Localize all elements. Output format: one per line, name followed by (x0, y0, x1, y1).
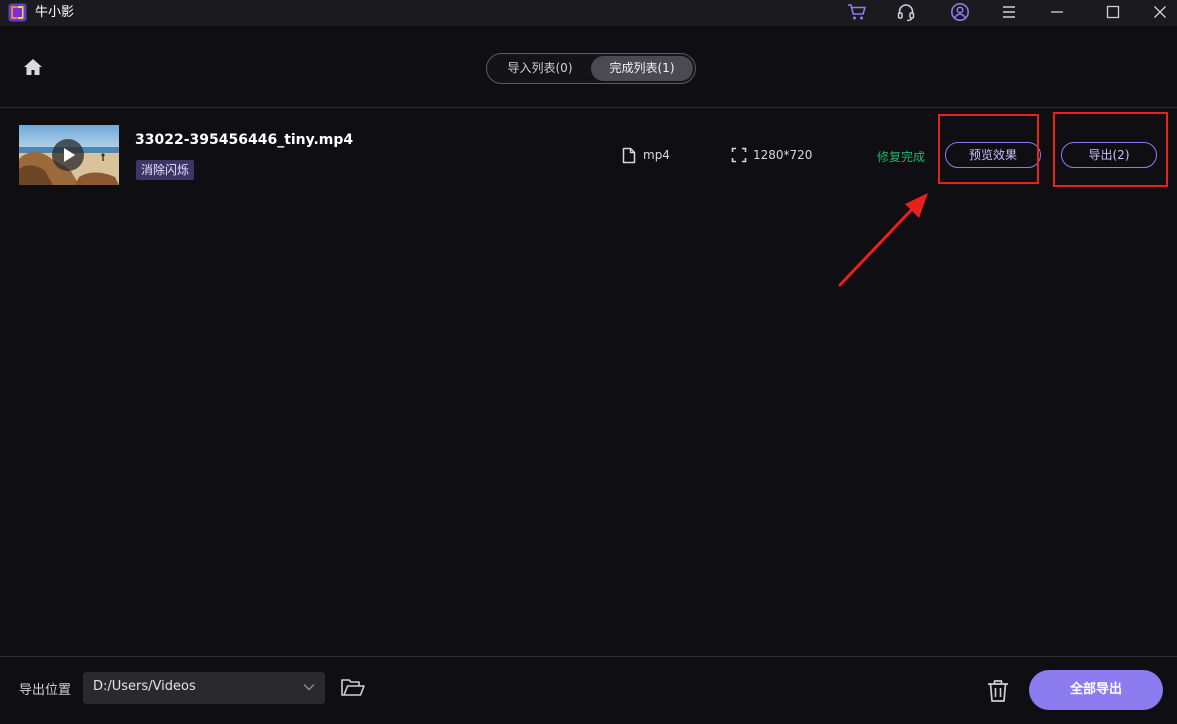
tab-completed-list[interactable]: 完成列表(1) (591, 56, 693, 81)
file-format: mp4 (643, 148, 670, 162)
home-icon[interactable] (22, 57, 44, 77)
resolution-icon (731, 147, 747, 163)
list-tabs: 导入列表(0) 完成列表(1) (486, 53, 696, 84)
play-button[interactable] (52, 139, 84, 171)
play-icon (64, 148, 75, 162)
annotation-arrow (838, 193, 928, 287)
title-bar: 牛小影 (0, 0, 1177, 26)
export-path-label: 导出位置 (19, 683, 72, 698)
highlight-box-preview (938, 114, 1039, 184)
folder-open-icon[interactable] (340, 677, 366, 699)
app-title: 牛小影 (35, 5, 75, 20)
video-thumbnail[interactable] (19, 125, 119, 185)
cart-icon[interactable] (845, 1, 869, 23)
file-name: 33022-395456446_tiny.mp4 (135, 132, 354, 148)
trash-icon[interactable] (985, 678, 1011, 704)
menu-icon[interactable] (997, 1, 1021, 23)
maximize-icon[interactable] (1101, 1, 1125, 23)
user-icon[interactable] (948, 1, 972, 23)
export-all-button[interactable]: 全部导出 (1029, 670, 1163, 710)
chevron-down-icon (303, 684, 315, 691)
minimize-icon[interactable] (1045, 1, 1069, 23)
repair-tag: 消除闪烁 (136, 160, 195, 180)
file-icon (622, 147, 636, 164)
header-divider (0, 107, 1177, 108)
footer-divider (0, 656, 1177, 657)
headset-icon[interactable] (894, 1, 918, 23)
resolution: 1280*720 (753, 148, 813, 162)
tab-import-list[interactable]: 导入列表(0) (490, 56, 590, 81)
repair-status: 修复完成 (877, 150, 926, 164)
export-path-select[interactable]: D:/Users/Videos (83, 672, 325, 704)
close-icon[interactable] (1148, 1, 1172, 23)
export-path-value: D:/Users/Videos (93, 679, 196, 694)
highlight-box-export (1053, 112, 1168, 187)
app-logo-icon (8, 3, 27, 22)
